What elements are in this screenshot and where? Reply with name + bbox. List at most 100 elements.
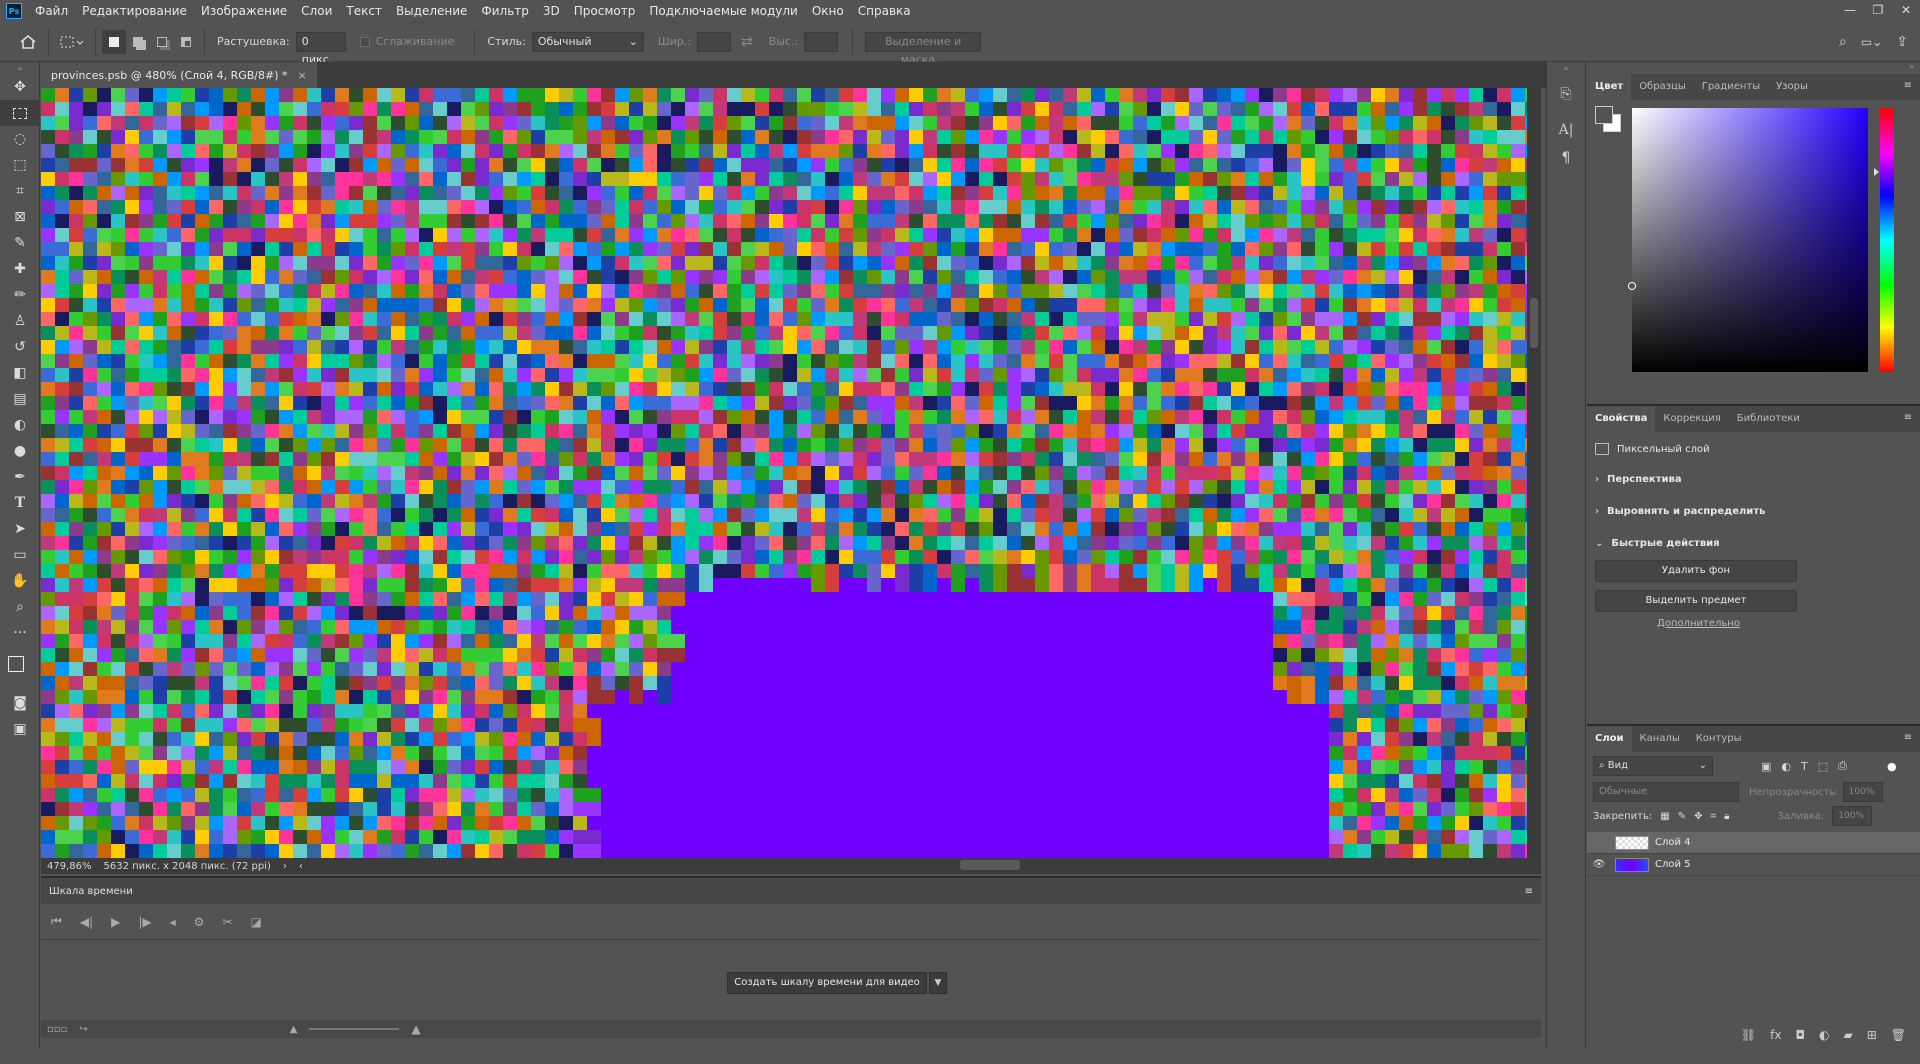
photoshop-logo-icon[interactable]: Ps — [6, 3, 22, 19]
history-brush-tool-icon[interactable]: ↺ — [0, 334, 40, 360]
share-icon[interactable]: ⇪ — [1896, 34, 1908, 50]
close-tab-icon[interactable]: × — [298, 69, 307, 82]
type-tool-icon[interactable]: T — [0, 490, 40, 516]
province-tile — [1161, 270, 1175, 284]
province-tile — [195, 410, 209, 424]
province-tile — [125, 452, 139, 466]
quick-mask-icon[interactable]: ◙ — [0, 690, 40, 716]
healing-brush-tool-icon[interactable]: ✚ — [0, 256, 40, 282]
province-tile — [83, 186, 97, 200]
province-tile — [1483, 368, 1497, 382]
vertical-scrollbar[interactable] — [1527, 88, 1541, 858]
province-tile — [279, 312, 293, 326]
select-and-mask-button[interactable]: Выделение и маска... — [865, 31, 982, 66]
province-tile — [405, 368, 419, 382]
foreground-background-swatch[interactable] — [0, 646, 40, 690]
province-tile — [489, 88, 503, 102]
minimize-button[interactable]: — — [1836, 0, 1864, 22]
menu-type[interactable]: Текст — [339, 4, 389, 18]
marquee-preset-icon[interactable] — [55, 30, 89, 54]
province-tile — [1441, 844, 1455, 858]
frame-tool-icon[interactable]: ⊠ — [0, 204, 40, 230]
menu-window[interactable]: Окно — [805, 4, 851, 18]
clone-stamp-tool-icon[interactable]: ♙ — [0, 308, 40, 334]
workspace-icon[interactable]: ▭⌄ — [1861, 35, 1882, 49]
path-selection-tool-icon[interactable]: ➤ — [0, 516, 40, 542]
prev-frame-icon[interactable]: ◀| — [80, 915, 93, 929]
scroll-left-icon[interactable]: ‹ — [299, 861, 303, 872]
close-button[interactable]: ✕ — [1892, 0, 1920, 22]
rectangle-tool-icon[interactable]: ▭ — [0, 542, 40, 568]
play-icon[interactable]: ▶ — [111, 915, 120, 929]
more-tools-icon[interactable]: ··· — [0, 620, 40, 646]
province-tile — [181, 830, 195, 844]
province-tile — [447, 312, 461, 326]
width-input[interactable] — [696, 31, 731, 52]
province-tile — [321, 368, 335, 382]
restore-button[interactable]: ❐ — [1864, 0, 1892, 22]
move-tool-icon[interactable]: ✥ — [0, 74, 40, 100]
add-selection-icon[interactable] — [126, 30, 150, 54]
first-frame-icon[interactable]: ⏮ — [51, 914, 62, 929]
style-select[interactable]: Обычный ⌄ — [531, 31, 644, 52]
audio-icon[interactable]: ◂ — [170, 915, 176, 929]
panel-menu-icon[interactable]: ≡ — [1525, 886, 1533, 897]
province-tile — [1427, 480, 1441, 494]
province-tile — [1455, 830, 1469, 844]
antialias-checkbox[interactable] — [359, 36, 370, 47]
feather-input[interactable]: 0 пикс. — [295, 31, 346, 66]
foreground-color-swatch[interactable] — [8, 656, 24, 672]
menu-3d[interactable]: 3D — [536, 4, 567, 18]
horizontal-scroll-thumb[interactable] — [960, 860, 1020, 870]
screen-mode-icon[interactable]: ▣ — [0, 716, 40, 742]
blur-tool-icon[interactable]: ◐ — [0, 412, 40, 438]
province-tile — [1147, 102, 1161, 116]
intersect-selection-icon[interactable] — [174, 30, 198, 54]
province-tile — [335, 466, 349, 480]
province-tile — [517, 844, 531, 858]
crop-tool-icon[interactable]: ⌗ — [0, 178, 40, 204]
province-tile — [195, 844, 209, 858]
collapse-arrows-icon[interactable]: » — [0, 62, 40, 74]
subtract-selection-icon[interactable] — [150, 30, 174, 54]
menu-filter[interactable]: Фильтр — [474, 4, 535, 18]
zoom-tool-icon[interactable]: ⌕ — [0, 594, 40, 620]
province-tile — [111, 830, 125, 844]
eraser-tool-icon[interactable]: ◧ — [0, 360, 40, 386]
hand-tool-icon[interactable]: ✋ — [0, 568, 40, 594]
lasso-tool-icon[interactable]: ◌ — [0, 126, 40, 152]
dodge-tool-icon[interactable]: ● — [0, 438, 40, 464]
menu-image[interactable]: Изображение — [194, 4, 294, 18]
status-arrow-icon[interactable]: › — [283, 861, 287, 872]
menu-file[interactable]: Файл — [28, 4, 75, 18]
province-tile — [867, 382, 881, 396]
province-tile — [1483, 760, 1497, 774]
scroll-thumb[interactable] — [1530, 298, 1538, 348]
object-selection-tool-icon[interactable]: ⬚ — [0, 152, 40, 178]
canvas[interactable] — [41, 88, 1527, 858]
new-selection-icon[interactable] — [102, 29, 126, 54]
home-icon[interactable] — [14, 30, 42, 54]
province-tile — [923, 564, 937, 592]
eyedropper-tool-icon[interactable]: ✎ — [0, 230, 40, 256]
document-tab[interactable]: provinces.psb @ 480% (Слой 4, RGB/8#) * … — [41, 62, 317, 88]
province-tile — [783, 144, 797, 158]
brush-tool-icon[interactable]: ✏ — [0, 282, 40, 308]
gradient-tool-icon[interactable]: ▤ — [0, 386, 40, 412]
province-tile — [1119, 88, 1133, 102]
menu-select[interactable]: Выделение — [389, 4, 474, 18]
next-frame-icon[interactable]: |▶ — [138, 915, 151, 929]
zoom-level[interactable]: 479,86% — [47, 861, 92, 872]
menu-layers[interactable]: Слои — [294, 4, 339, 18]
swap-icon[interactable]: ⇄ — [741, 34, 753, 50]
menu-edit[interactable]: Редактирование — [75, 4, 194, 18]
province-tile — [1091, 508, 1105, 522]
province-tile — [1217, 256, 1231, 270]
menu-help[interactable]: Справка — [851, 4, 918, 18]
height-input[interactable] — [804, 31, 839, 52]
menu-plugins[interactable]: Подключаемые модули — [642, 4, 805, 18]
menu-view[interactable]: Просмотр — [567, 4, 643, 18]
search-icon[interactable]: ⌕ — [1839, 34, 1847, 50]
pen-tool-icon[interactable]: ✒ — [0, 464, 40, 490]
marquee-tool-icon[interactable] — [0, 100, 40, 126]
